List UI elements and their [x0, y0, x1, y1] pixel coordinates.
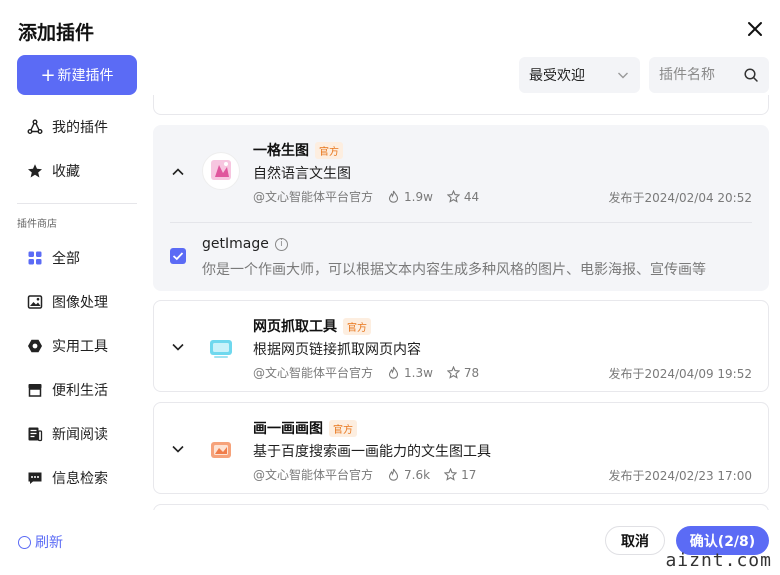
- dialog-title: 添加插件: [18, 22, 95, 44]
- plugin-avatar: [202, 152, 240, 190]
- plugin-name-text: 画一画画图: [253, 421, 323, 437]
- image-icon: [27, 295, 43, 309]
- plugin-star-count: 78: [463, 365, 480, 380]
- plugin-desc: 基于百度搜索画一画能力的文生图工具: [253, 444, 491, 460]
- plugin-desc: 根据网页链接抓取网页内容: [253, 342, 421, 358]
- sidebar-item-tools[interactable]: 实用工具: [27, 332, 108, 360]
- sidebar-item-label: 全部: [52, 251, 80, 267]
- sidebar-item-search[interactable]: 信息检索: [27, 464, 108, 492]
- plugin-meta: @文心智能体平台官方 7.6k 17: [253, 466, 476, 483]
- plugin-hot-count: 7.6k: [404, 467, 431, 482]
- watermark: aiznt.com: [665, 550, 772, 571]
- plugin-date: 发布于2024/04/09 19:52: [608, 367, 752, 381]
- store-icon: [28, 384, 42, 397]
- sidebar-item-all[interactable]: 全部: [27, 244, 80, 272]
- plugin-avatar: [202, 329, 240, 367]
- official-badge: 官方: [329, 419, 357, 437]
- sort-select[interactable]: 最受欢迎: [519, 57, 640, 93]
- painting-icon: [211, 160, 231, 180]
- sidebar-item-label: 我的插件: [52, 120, 108, 136]
- sidebar: + 新建插件 我的插件 收藏 插件商店 全部 图像处理 实用工具 便利生活 新闻…: [17, 55, 137, 487]
- plugin-date: 发布于2024/02/04 20:52: [608, 191, 752, 205]
- plugin-card[interactable]: 网页抓取工具 官方 根据网页链接抓取网页内容 @文心智能体平台官方 1.3w 7…: [153, 300, 769, 392]
- close-icon[interactable]: [744, 18, 766, 40]
- fire-icon: [388, 190, 399, 203]
- star-outline-icon: [446, 190, 460, 203]
- star-outline-icon: [444, 468, 458, 481]
- plugin-card-partial: [153, 95, 769, 115]
- plugin-author: @文心智能体平台官方: [253, 468, 374, 482]
- plugin-name: 网页抓取工具 官方: [253, 316, 371, 336]
- tool-desc: 你是一个作画大师，可以根据文本内容生成多种风格的图片、电影海报、宣传画等: [202, 262, 706, 278]
- grid-icon: [28, 251, 42, 265]
- search-icon[interactable]: [743, 67, 759, 83]
- new-plugin-button[interactable]: + 新建插件: [17, 55, 137, 95]
- fire-icon: [388, 468, 399, 481]
- plugin-star-count: 44: [463, 189, 480, 204]
- new-plugin-label: 新建插件: [57, 68, 114, 84]
- chevron-down-icon: [618, 72, 628, 79]
- plugin-name-text: 网页抓取工具: [253, 319, 337, 335]
- plugin-card-partial: [153, 504, 769, 510]
- plugin-meta: @文心智能体平台官方 1.3w 78: [253, 364, 479, 381]
- plugin-date: 发布于2024/02/23 17:00: [608, 469, 752, 483]
- star-outline-icon: [446, 366, 460, 379]
- plugin-card[interactable]: 画一画画图 官方 基于百度搜索画一画能力的文生图工具 @文心智能体平台官方 7.…: [153, 402, 769, 494]
- chevron-up-icon[interactable]: [170, 164, 186, 180]
- web-crawler-icon: [210, 340, 232, 358]
- plugin-name: 一格生图 官方: [253, 140, 343, 160]
- sidebar-item-label: 便利生活: [52, 383, 108, 399]
- plugin-desc: 自然语言文生图: [253, 166, 351, 182]
- info-icon[interactable]: i: [274, 237, 288, 251]
- sidebar-item-label: 实用工具: [52, 339, 108, 355]
- plugin-author: @文心智能体平台官方: [253, 190, 374, 204]
- news-icon: [28, 427, 43, 442]
- sidebar-divider: [17, 203, 137, 204]
- tool-name: getImage i: [202, 236, 288, 252]
- star-icon: [28, 164, 42, 178]
- plugin-card[interactable]: 一格生图 官方 自然语言文生图 @文心智能体平台官方 1.9w 44 发布于20…: [153, 125, 769, 291]
- plugin-hot-count: 1.9w: [404, 189, 433, 204]
- plugin-name-text: 一格生图: [253, 143, 309, 159]
- share-nodes-icon: [27, 119, 43, 134]
- chevron-down-icon[interactable]: [170, 441, 186, 457]
- plugin-list: 一格生图 官方 自然语言文生图 @文心智能体平台官方 1.9w 44 发布于20…: [153, 95, 769, 510]
- card-divider: [170, 222, 752, 223]
- refresh-icon: [18, 535, 31, 549]
- plugin-avatar: [202, 431, 240, 469]
- sidebar-item-label: 收藏: [52, 164, 80, 180]
- sidebar-item-label: 新闻阅读: [52, 427, 108, 443]
- chat-search-icon: [28, 472, 42, 484]
- sidebar-item-image[interactable]: 图像处理: [27, 288, 108, 316]
- tool-checkbox[interactable]: [170, 248, 186, 264]
- drawing-icon: [211, 442, 231, 458]
- refresh-label: 刷新: [35, 535, 63, 551]
- check-icon: [172, 252, 184, 261]
- tool-name-text: getImage: [202, 236, 269, 252]
- sidebar-item-news[interactable]: 新闻阅读: [27, 420, 108, 448]
- search-box: [649, 57, 769, 93]
- official-badge: 官方: [343, 317, 371, 335]
- cancel-button[interactable]: 取消: [605, 526, 665, 555]
- plugin-meta: @文心智能体平台官方 1.9w 44: [253, 188, 479, 205]
- store-section-label: 插件商店: [17, 219, 57, 230]
- search-input[interactable]: [659, 67, 739, 83]
- sidebar-item-favorites[interactable]: 收藏: [27, 157, 80, 185]
- sidebar-item-life[interactable]: 便利生活: [27, 376, 108, 404]
- refresh-button[interactable]: 刷新: [18, 532, 63, 552]
- tool-icon: [28, 339, 42, 353]
- plugin-name: 画一画画图 官方: [253, 418, 357, 438]
- sidebar-item-my-plugins[interactable]: 我的插件: [27, 113, 108, 141]
- chevron-down-icon[interactable]: [170, 339, 186, 355]
- sidebar-item-label: 图像处理: [52, 295, 108, 311]
- official-badge: 官方: [315, 141, 343, 159]
- plugin-hot-count: 1.3w: [404, 365, 433, 380]
- fire-icon: [388, 366, 399, 379]
- plus-icon: +: [40, 64, 56, 86]
- plugin-author: @文心智能体平台官方: [253, 366, 374, 380]
- sort-value: 最受欢迎: [529, 68, 585, 84]
- plugin-star-count: 17: [461, 467, 477, 482]
- sidebar-item-label: 信息检索: [52, 471, 108, 487]
